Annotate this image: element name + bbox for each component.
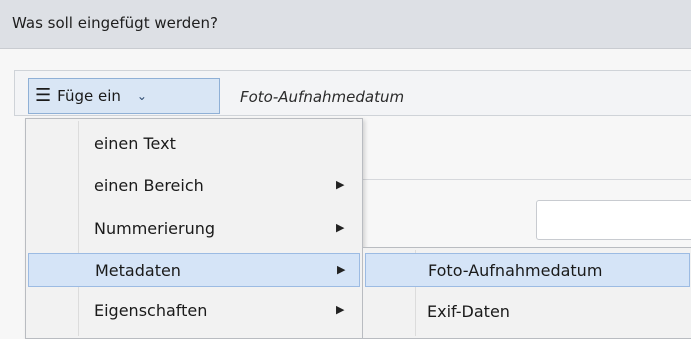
submenu-arrow-icon: ▶ (337, 263, 346, 276)
menu-item-metadaten[interactable]: Metadaten ▶ (28, 253, 360, 287)
submenu-arrow-icon: ▶ (336, 221, 345, 234)
submenu-item-exif-daten[interactable]: Exif-Daten (365, 295, 690, 329)
current-insert-value: Foto-Aufnahmedatum (240, 88, 405, 106)
background-input-field[interactable] (536, 200, 691, 240)
metadaten-submenu: Foto-Aufnahmedatum Exif-Daten (362, 247, 691, 339)
insert-dropdown-button[interactable]: ☰ Füge ein ⌄ (28, 78, 220, 114)
menu-item-label: einen Text (94, 134, 176, 153)
menu-item-nummerierung[interactable]: Nummerierung ▶ (28, 212, 360, 246)
submenu-item-foto-aufnahmedatum[interactable]: Foto-Aufnahmedatum (365, 253, 690, 287)
menu-item-eigenschaften[interactable]: Eigenschaften ▶ (28, 294, 360, 328)
submenu-arrow-icon: ▶ (336, 303, 345, 316)
dialog-title: Was soll eingefügt werden? (12, 14, 218, 32)
menu-item-label: einen Bereich (94, 176, 204, 195)
background-divider (350, 179, 691, 180)
dialog-titlebar: Was soll eingefügt werden? (0, 0, 691, 49)
chevron-down-icon: ⌄ (136, 89, 147, 103)
menu-item-text[interactable]: einen Text (28, 127, 360, 161)
menu-item-bereich[interactable]: einen Bereich ▶ (28, 169, 360, 203)
menu-item-label: Nummerierung (94, 219, 216, 238)
menu-item-label: Eigenschaften (94, 301, 208, 320)
insert-menu: einen Text einen Bereich ▶ Nummerierung … (25, 118, 363, 339)
submenu-arrow-icon: ▶ (336, 178, 345, 191)
insert-button-label: Füge ein (57, 87, 121, 105)
hamburger-icon: ☰ (35, 85, 52, 106)
submenu-item-label: Exif-Daten (427, 302, 510, 321)
submenu-item-label: Foto-Aufnahmedatum (428, 261, 603, 280)
menu-item-label: Metadaten (95, 261, 181, 280)
